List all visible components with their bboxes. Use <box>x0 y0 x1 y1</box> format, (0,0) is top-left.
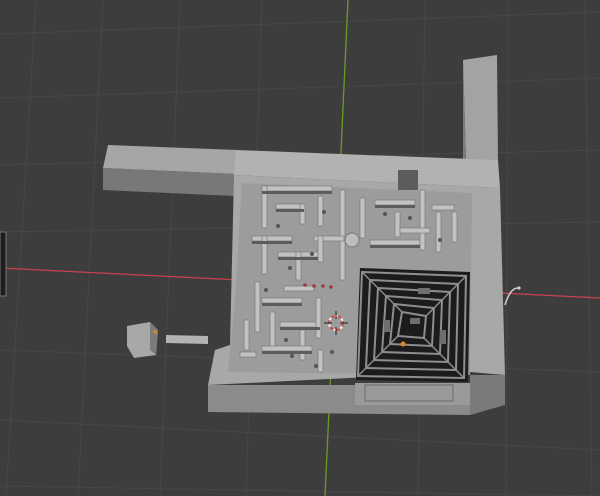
viewport-scene[interactable] <box>0 0 600 496</box>
maze-model[interactable] <box>208 150 505 415</box>
light-object[interactable] <box>504 286 521 306</box>
side-wall-object[interactable] <box>463 55 498 160</box>
pit-object[interactable] <box>356 268 470 382</box>
edge-object[interactable] <box>0 231 7 297</box>
3d-viewport[interactable] <box>0 0 600 496</box>
cube-object[interactable] <box>127 322 158 358</box>
bar-object[interactable] <box>166 335 208 344</box>
left-wall-object[interactable] <box>103 145 238 196</box>
